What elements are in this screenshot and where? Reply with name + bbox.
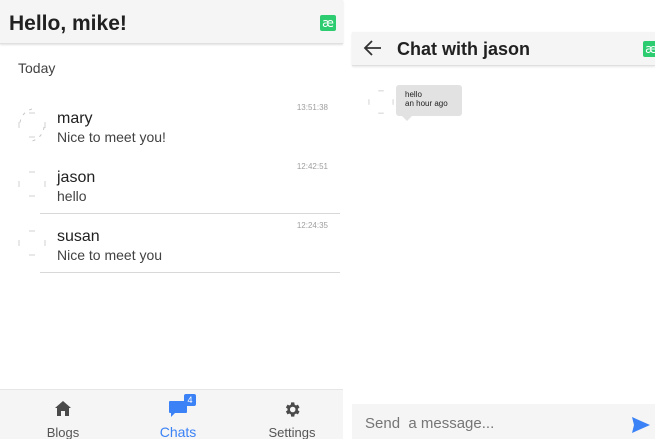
page-title: Hello, mike! xyxy=(9,12,127,35)
nav-label-chats: Chats xyxy=(159,424,197,439)
nav-tab-blogs[interactable]: Blogs xyxy=(6,390,120,439)
app-header: Hello, mike! æ xyxy=(0,0,343,44)
gear-icon xyxy=(285,402,300,417)
chat-last-message: Nice to meet you xyxy=(57,247,163,263)
message-bubble: hello an hour ago xyxy=(396,85,462,116)
chat-item-jason[interactable]: jason hello 12:42:51 xyxy=(0,155,343,214)
chat-contact-name: jason xyxy=(57,169,96,186)
message-composer xyxy=(352,404,655,439)
nav-tab-settings[interactable]: Settings xyxy=(235,390,349,439)
chat-title: Chat with jason xyxy=(397,39,531,59)
nav-tab-chats[interactable]: 4 Chats xyxy=(121,390,235,439)
chat-header: Chat with jason xyxy=(352,32,655,66)
chat-timestamp: 12:42:51 xyxy=(296,162,328,171)
chat-contact-name: mary xyxy=(57,110,93,127)
message-time: an hour ago xyxy=(405,99,448,108)
avatar-placeholder-icon xyxy=(368,85,394,119)
chat-last-message: Nice to meet you! xyxy=(57,129,166,145)
chat-timestamp: 13:51:38 xyxy=(296,103,328,112)
brand-logo: æ xyxy=(643,41,655,57)
message-input[interactable] xyxy=(365,412,615,434)
avatar-placeholder-icon xyxy=(18,226,46,260)
chat-item-mary[interactable]: mary Nice to meet you! 13:51:38 xyxy=(0,96,343,155)
nav-label-settings: Settings xyxy=(268,425,316,439)
send-icon[interactable] xyxy=(631,415,651,435)
bottom-nav: Blogs 4 Chats Settings xyxy=(0,389,343,439)
bubble-tail xyxy=(402,116,412,121)
chat-screen: Chat with jason æ hello an hour ago xyxy=(352,0,655,439)
section-label-today: Today xyxy=(18,60,56,76)
unread-badge: 4 xyxy=(184,394,196,406)
chat-list-screen: Hello, mike! æ Today mary Nice to meet y… xyxy=(0,0,343,439)
avatar-placeholder-icon xyxy=(18,167,46,201)
nav-label-blogs: Blogs xyxy=(46,425,80,439)
avatar-placeholder-icon xyxy=(18,108,46,142)
chat-item-susan[interactable]: susan Nice to meet you 12:24:35 xyxy=(0,214,343,273)
brand-logo: æ xyxy=(320,15,336,31)
divider xyxy=(40,272,340,273)
chat-timestamp: 12:24:35 xyxy=(296,221,328,230)
arrow-left-icon[interactable] xyxy=(362,37,384,59)
chat-contact-name: susan xyxy=(57,228,100,245)
chat-last-message: hello xyxy=(57,188,87,204)
message-text: hello xyxy=(405,90,422,99)
home-icon xyxy=(55,401,71,416)
chat-list: mary Nice to meet you! 13:51:38 jason he… xyxy=(0,96,343,273)
